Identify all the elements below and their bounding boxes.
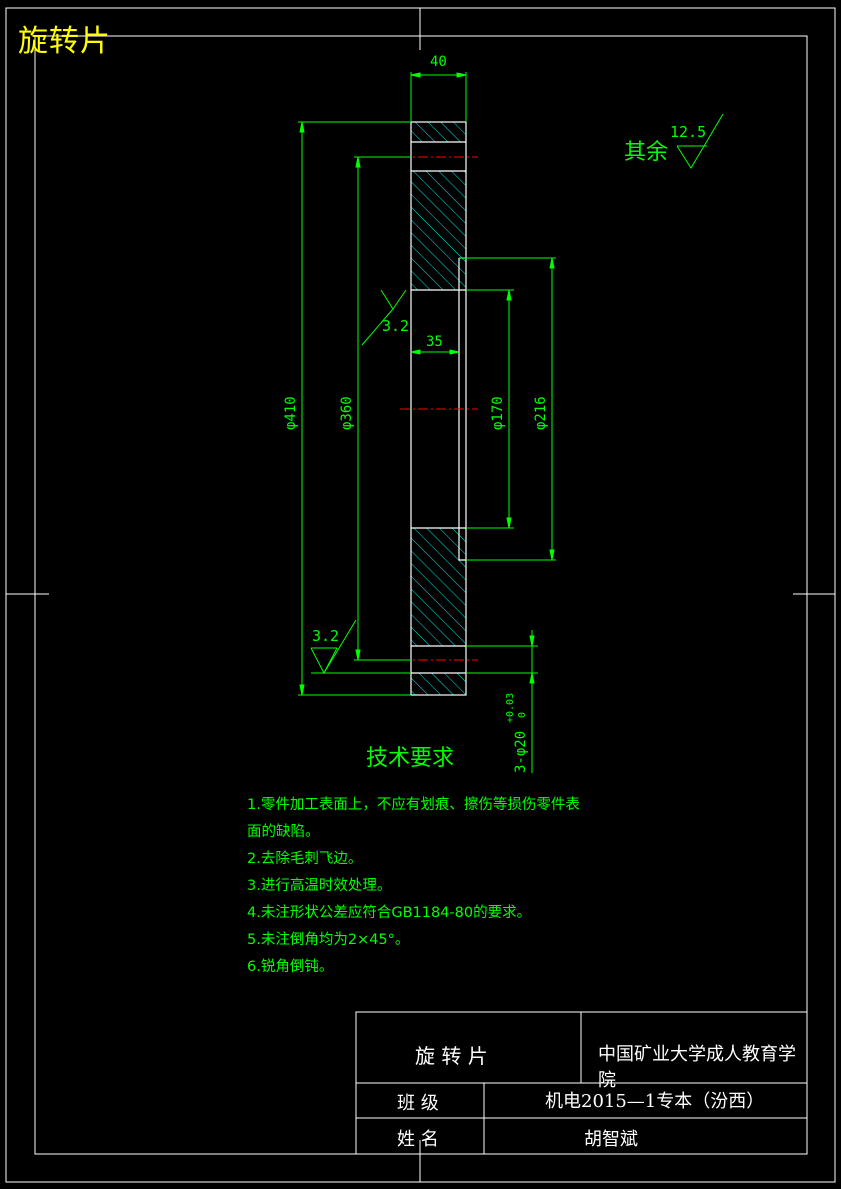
dim-40: 40 [430,54,447,70]
dim-phi410: φ410 [283,396,299,430]
req-line: 5.未注倒角均为2×45°。 [247,932,410,948]
dim-holes: 3-φ20 [513,731,529,773]
hatch-top [411,122,466,142]
hatch-lower [411,528,466,646]
part-section [400,121,478,696]
roughness-symbols [310,113,724,675]
req-line: 4.未注形状公差应符合GB1184-80的要求。 [247,905,532,921]
dim-phi360: φ360 [339,396,355,430]
req-line: 3.进行高温时效处理。 [247,878,392,894]
school-name-line1: 中国矿业大学成人教育学 [598,1044,796,1065]
name-value: 胡智斌 [584,1129,638,1150]
roughness-lower-value: 3.2 [312,627,339,645]
roughness-other-label: 其余 [624,140,669,165]
dim-35: 35 [426,334,443,350]
req-line: 2.去除毛刺飞边。 [247,851,363,867]
roughness-upper-value: 3.2 [382,317,409,335]
dim-hole-tol-lower: 0 [517,712,528,718]
hatch-upper [411,171,466,290]
hatch-bottom [411,673,466,695]
drawing-title: 旋转片 [18,24,111,59]
req-line: 面的缺陷。 [247,824,320,840]
roughness-other-value: 12.5 [670,123,706,141]
drawing-sheet: 40 35 φ410 φ360 φ170 φ216 3-φ20 +0.03 0 … [5,7,836,1183]
dim-hole-tol-upper: +0.03 [505,693,516,723]
req-line: 1.零件加工表面上，不应有划痕、擦伤等损伤零件表 [247,797,580,813]
part-name: 旋 转 片 [415,1044,488,1068]
dim-phi216: φ216 [533,396,549,430]
dim-phi170: φ170 [490,396,506,430]
class-value: 机电2015—1专本（汾西） [545,1091,765,1112]
name-label: 姓 名 [397,1129,439,1150]
req-line: 6.锐角倒钝。 [247,959,334,975]
tech-requirements-title: 技术要求 [366,746,455,771]
class-label: 班 级 [397,1093,439,1114]
